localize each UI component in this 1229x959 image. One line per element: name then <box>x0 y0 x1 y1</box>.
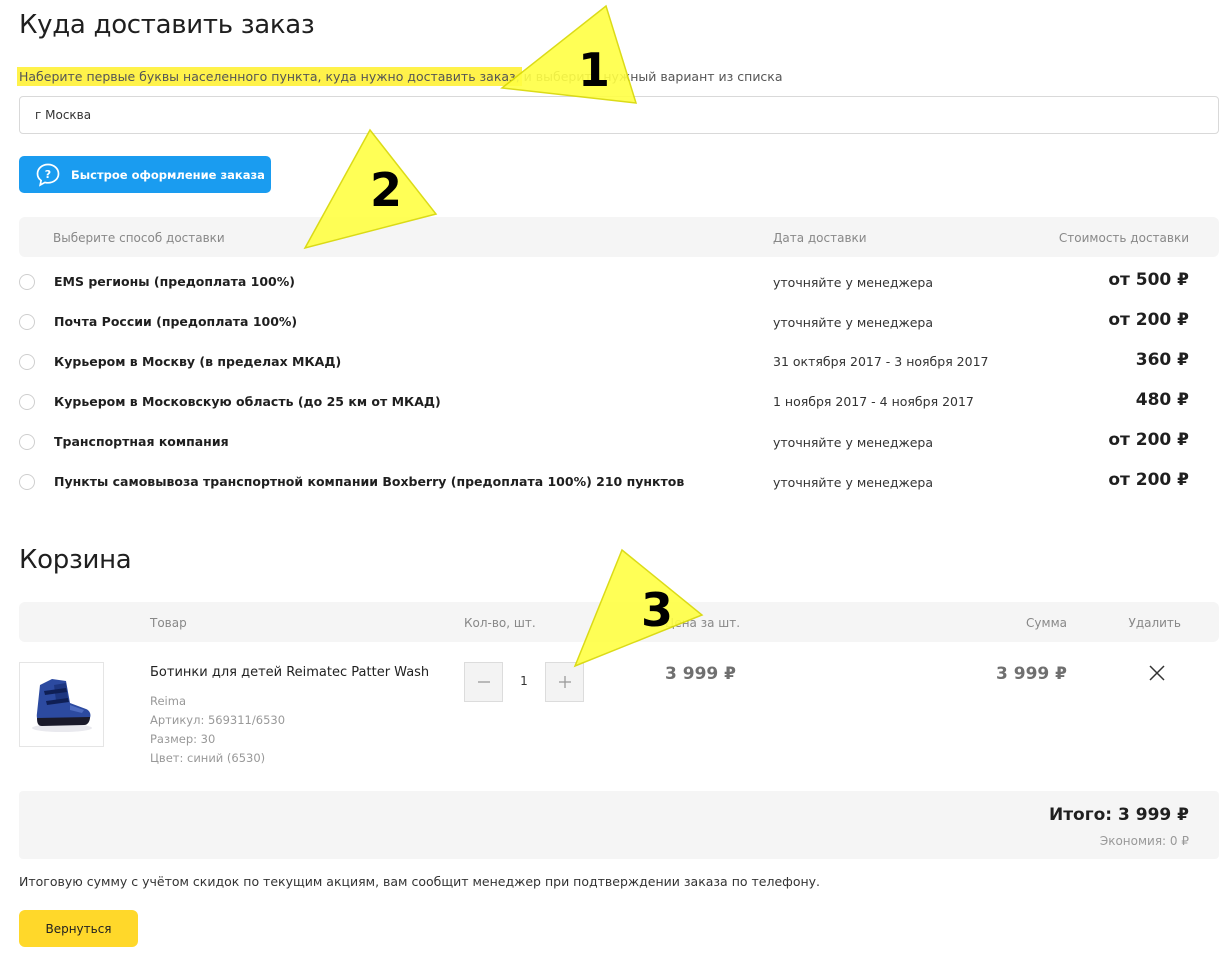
delivery-header-date: Дата доставки <box>773 231 867 245</box>
city-input[interactable] <box>19 96 1219 134</box>
city-hint-highlight: Наберите первые буквы населенного пункта… <box>19 69 520 84</box>
product-brand: Reima <box>150 694 186 708</box>
svg-text:?: ? <box>45 168 51 181</box>
delivery-radio-3[interactable] <box>19 394 35 410</box>
delivery-radio-5[interactable] <box>19 474 35 490</box>
city-hint: Наберите первые буквы населенного пункта… <box>19 69 783 84</box>
delivery-method-price: от 500 ₽ <box>1108 270 1189 290</box>
delivery-method-date: уточняйте у менеджера <box>773 475 934 490</box>
delivery-method-price: от 200 ₽ <box>1108 470 1189 490</box>
cart-header-qty: Кол-во, шт. <box>464 616 536 630</box>
delivery-radio-1[interactable] <box>19 314 35 330</box>
minus-icon <box>477 681 490 683</box>
cart-title: Корзина <box>19 545 132 575</box>
qty-decrease-button[interactable] <box>464 662 503 702</box>
delivery-method-date: уточняйте у менеджера <box>773 275 934 290</box>
product-name[interactable]: Ботинки для детей Reimatec Patter Wash <box>150 665 429 680</box>
delivery-method-name[interactable]: EMS регионы (предоплата 100%) <box>54 274 295 289</box>
delivery-radio-0[interactable] <box>19 274 35 290</box>
delivery-method-name[interactable]: Пункты самовывоза транспортной компании … <box>54 474 684 489</box>
close-icon <box>1149 665 1165 681</box>
delivery-method-price: 360 ₽ <box>1135 350 1189 370</box>
delivery-header-method: Выберите способ доставки <box>53 231 225 245</box>
product-color: Цвет: синий (6530) <box>150 751 266 765</box>
question-bubble-icon: ? <box>36 163 60 187</box>
quick-order-button[interactable]: ? Быстрое оформление заказа <box>19 156 271 193</box>
cart-header-sum: Сумма <box>1026 616 1067 630</box>
cart-header-delete: Удалить <box>1128 616 1182 630</box>
delivery-header-cost: Стоимость доставки <box>1058 231 1189 245</box>
boot-image <box>32 679 92 732</box>
delivery-radio-2[interactable] <box>19 354 35 370</box>
order-total: Итого: 3 999 ₽ <box>1048 805 1189 825</box>
delivery-method-date: 1 ноября 2017 - 4 ноября 2017 <box>773 394 974 409</box>
delivery-method-date: уточняйте у менеджера <box>773 315 934 330</box>
order-economy: Экономия: 0 ₽ <box>1099 834 1189 848</box>
delivery-method-price: 480 ₽ <box>1135 390 1189 410</box>
plus-icon <box>558 676 571 688</box>
delivery-method-name[interactable]: Курьером в Московскую область (до 25 км … <box>54 394 441 409</box>
product-size: Размер: 30 <box>150 732 216 746</box>
delivery-method-date: уточняйте у менеджера <box>773 435 934 450</box>
annotation-badge-2: 2 <box>370 163 402 217</box>
delivery-method-date: 31 октября 2017 - 3 ноября 2017 <box>773 354 989 369</box>
delivery-title: Куда доставить заказ <box>19 10 315 40</box>
delivery-method-name[interactable]: Курьером в Москву (в пределах МКАД) <box>54 354 341 369</box>
quick-order-label: Быстрое оформление заказа <box>71 167 265 182</box>
cart-header-product: Товар <box>150 616 187 630</box>
item-sum: 3 999 ₽ <box>996 664 1067 684</box>
qty-increase-button[interactable] <box>545 662 584 702</box>
delivery-method-name[interactable]: Почта России (предоплата 100%) <box>54 314 297 329</box>
city-hint-rest: и выберите нужный вариант из списка <box>519 69 783 84</box>
delivery-radio-4[interactable] <box>19 434 35 450</box>
annotation-arrow-1 <box>500 4 638 104</box>
delivery-method-price: от 200 ₽ <box>1108 310 1189 330</box>
back-button-label: Вернуться <box>45 921 112 936</box>
total-box <box>19 791 1219 859</box>
product-image[interactable] <box>19 662 104 747</box>
back-button[interactable]: Вернуться <box>19 910 138 947</box>
total-note: Итоговую сумму с учётом скидок по текущи… <box>19 874 821 889</box>
remove-item-button[interactable] <box>1148 664 1166 682</box>
product-article: Артикул: 569311/6530 <box>150 713 286 727</box>
delivery-method-price: от 200 ₽ <box>1108 430 1189 450</box>
delivery-method-name[interactable]: Транспортная компания <box>54 434 229 449</box>
qty-value[interactable]: 1 <box>503 674 545 688</box>
unit-price: 3 999 ₽ <box>665 664 736 684</box>
cart-header-unit-price: Цена за шт. <box>665 616 741 630</box>
